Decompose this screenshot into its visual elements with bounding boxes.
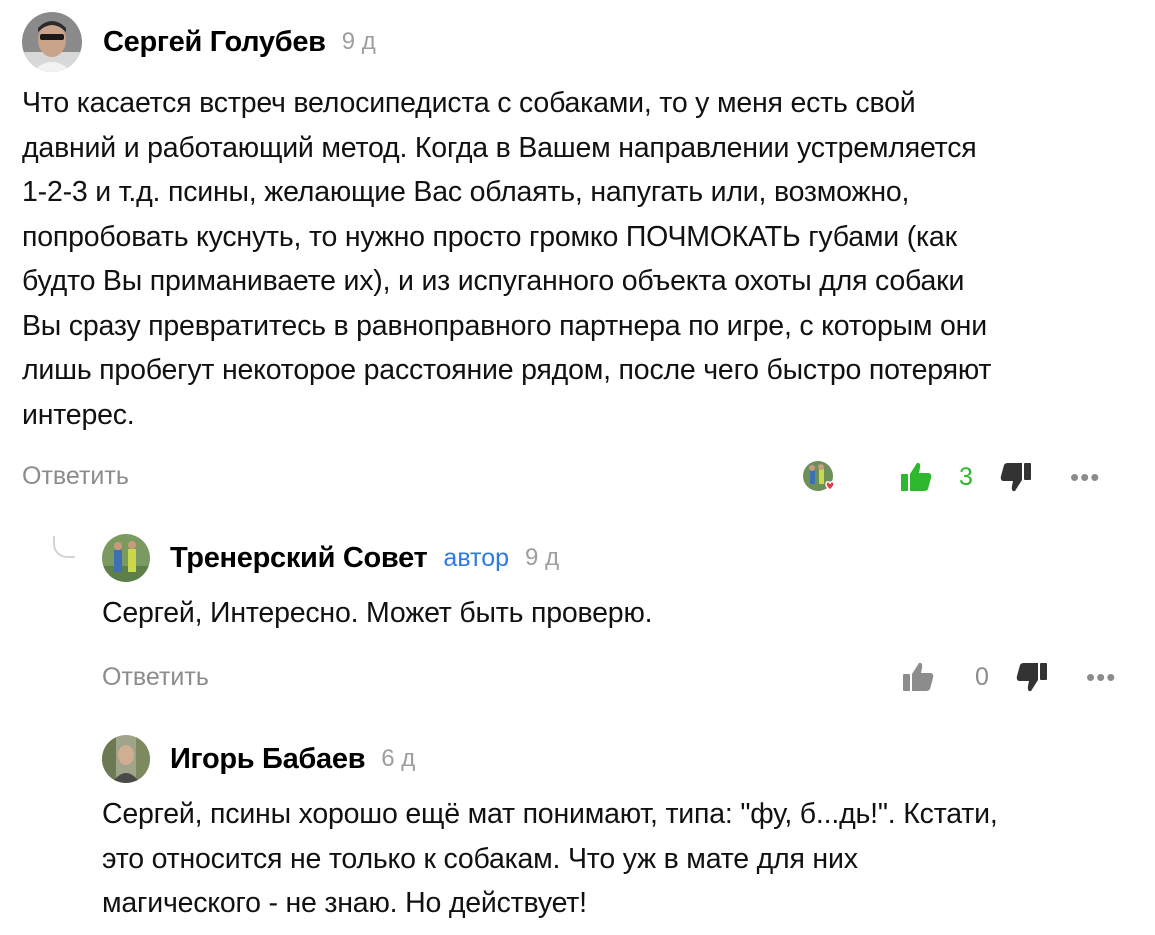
comment-time: 9 д [341,28,376,55]
avatar[interactable] [102,735,150,783]
comment-text: Что касается встреч велосипедиста с соба… [22,87,992,431]
comment-text: Сергей, псины хорошо ещё мат понимают, т… [102,798,998,919]
comment-header: Сергей Голубев 9 д [22,12,376,72]
author-liked-avatar[interactable] [802,458,840,496]
author-name[interactable]: Тренерский Совет [170,542,428,575]
thumbs-up-icon[interactable] [900,659,936,695]
comment-header: Тренерский Совет автор 9 д [102,534,559,582]
thumbs-up-icon[interactable] [898,459,934,495]
reply-button[interactable]: Ответить [102,663,209,692]
comment-header: Игорь Бабаев 6 д [102,735,415,783]
author-badge: автор [443,543,510,572]
avatar[interactable] [22,12,82,72]
thumbs-down-icon[interactable] [1014,659,1050,695]
more-options-button[interactable]: ••• [1086,664,1116,690]
like-count: 0 [975,662,989,691]
comment-text: Сергей, Интересно. Может быть проверю. [102,597,653,629]
comment-actions: 3 ••• [802,458,1100,496]
thumbs-down-icon[interactable] [998,459,1034,495]
like-count: 3 [959,462,973,491]
comments-thread: Сергей Голубев 9 д Что касается встреч в… [0,0,1155,935]
comment-actions: 0 ••• [900,659,1116,695]
comment-time: 9 д [525,544,560,571]
author-name[interactable]: Игорь Бабаев [170,743,366,776]
author-name[interactable]: Сергей Голубев [103,26,326,59]
reply-button[interactable]: Ответить [22,462,129,491]
thread-connector [53,536,75,558]
avatar[interactable] [102,534,150,582]
more-options-button[interactable]: ••• [1070,464,1100,490]
comment-time: 6 д [381,745,416,772]
